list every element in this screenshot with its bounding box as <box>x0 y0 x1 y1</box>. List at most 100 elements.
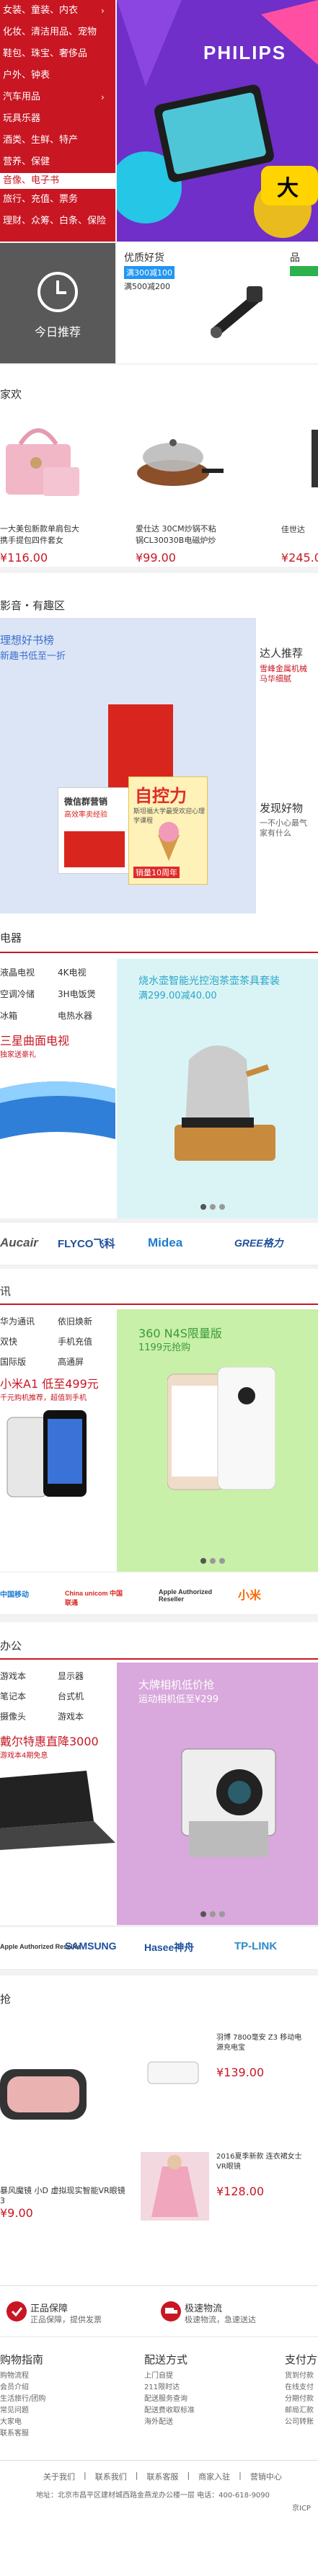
floor-appliances: 电器 液晶电视 4K电视 空调冷储 3H电饭煲 冰箱 电热水器 三星曲面电视 独… <box>0 916 318 1218</box>
tag-link[interactable]: 显示器 <box>58 1670 84 1682</box>
vr-headset-image <box>0 2069 87 2120</box>
footer-link[interactable]: 购物流程 <box>0 2371 45 2382</box>
brand-logo[interactable]: GREE格力 <box>234 1236 283 1250</box>
tag-link[interactable]: 笔记本 <box>0 1690 26 1702</box>
hero-tag: 大 <box>277 176 299 201</box>
tag-link[interactable]: 液晶电视 <box>0 966 35 978</box>
tag-link[interactable]: 4K电视 <box>58 966 87 978</box>
brand-logo[interactable]: 中国移动 <box>0 1588 29 1599</box>
product-image-partial[interactable] <box>312 430 318 487</box>
books-banner[interactable]: 理想好书榜 新趣书低至一折 微信群营销 高效率卖经验 自控力 斯坦福大学最受欢迎… <box>0 618 256 913</box>
footer-link[interactable]: 联系客服 <box>0 2428 45 2440</box>
brand-logo[interactable]: SAMSUNG <box>65 1940 117 1952</box>
footer-link[interactable]: 货到付款 <box>285 2371 318 2382</box>
footer-link[interactable]: 上门自提 <box>144 2371 195 2382</box>
tag-link[interactable]: 台式机 <box>58 1690 84 1702</box>
tag-link[interactable]: 3H电饭煲 <box>58 988 96 1000</box>
deal-badge <box>290 266 318 276</box>
side-title[interactable]: 达人推荐 <box>260 645 303 660</box>
footer-link[interactable]: 配送服务查询 <box>144 2394 195 2405</box>
brand-logo[interactable]: Aucair <box>0 1236 38 1250</box>
side-title[interactable]: 发现好物 <box>260 800 303 815</box>
book-cover-selfcontrol[interactable]: 自控力 斯坦福大学最受欢迎心理学课程 销量10周年 <box>128 776 208 885</box>
footer-link[interactable]: 生活旅行/团购 <box>0 2394 45 2405</box>
deal-box[interactable]: 优质好货 满300减100 满500减200 品 <box>117 243 318 363</box>
brand-logo[interactable]: Hasee神舟 <box>144 1940 194 1955</box>
today-recommend[interactable]: 今日推荐 <box>0 243 115 363</box>
product-image-pan[interactable] <box>130 417 224 503</box>
footer-link[interactable]: 营销中心 <box>250 2471 282 2482</box>
category-item[interactable]: 女装、童装、内衣 <box>0 0 115 22</box>
promo-sub: 独家送豪礼 <box>0 1051 36 1059</box>
footer-link[interactable]: 公司转账 <box>285 2417 318 2428</box>
book-cover-wechat[interactable]: 微信群营销 高效率卖经验 <box>58 787 130 874</box>
category-item-active[interactable]: 音像、电子书 <box>0 173 115 189</box>
brand-logo[interactable]: TP-LINK <box>234 1940 277 1952</box>
promo-title[interactable]: 戴尔特惠直降3000 <box>0 1732 99 1749</box>
brand-logo[interactable]: Apple Authorized Reseller <box>159 1588 224 1603</box>
footer-link[interactable]: 商家入驻 <box>198 2471 230 2482</box>
carousel-dots[interactable] <box>200 1911 225 1917</box>
promo-title[interactable]: 三星曲面电视 <box>0 1031 69 1048</box>
tag-link[interactable]: 冰箱 <box>0 1009 17 1022</box>
footer-link[interactable]: 邮局汇款 <box>285 2405 318 2417</box>
product-price: ¥245.0 <box>281 551 318 565</box>
tag-link[interactable]: 依旧焕新 <box>58 1315 92 1327</box>
brand-logo[interactable]: FLYCO飞科 <box>58 1236 115 1251</box>
product-price: ¥9.00 <box>0 2206 33 2220</box>
books-banner-title: 理想好书榜 <box>0 634 55 647</box>
tag-link[interactable]: 空调冷储 <box>0 988 35 1000</box>
footer-link[interactable]: 211限时达 <box>144 2382 195 2394</box>
footer-link[interactable]: 关于我们 <box>43 2471 75 2482</box>
footer-link[interactable]: 联系客服 <box>146 2471 178 2482</box>
category-item[interactable]: 玩具乐器 <box>0 108 115 130</box>
guarantee-title: 正品保障 <box>30 2303 69 2314</box>
category-item[interactable]: 营养、保健 <box>0 151 115 173</box>
footer-link[interactable]: 配送费收取标准 <box>144 2405 195 2417</box>
brand-logo[interactable]: Midea <box>148 1236 182 1250</box>
tag-link[interactable]: 高通屏 <box>58 1355 84 1368</box>
footer-col: 上门自提 211限时达 配送服务查询 配送费收取标准 海外配送 <box>144 2371 195 2428</box>
product-name[interactable]: 爱仕达 30CM炒锅不粘 锅CL30030B电磁炉炒 <box>136 523 229 546</box>
laptop-image <box>0 1771 115 1850</box>
kettle-ad[interactable]: 烧水壶智能光控泡茶壶茶具套装 满299.00减40.00 <box>117 959 318 1218</box>
category-item[interactable]: 理财、众筹、白条、保险 <box>0 211 115 232</box>
product-name[interactable]: 暴风魔镜 小D 虚拟现实智能VR眼镜3 <box>0 2185 130 2205</box>
tag-link[interactable]: 双快 <box>0 1335 17 1347</box>
footer-link[interactable]: 大家电 <box>0 2417 45 2428</box>
hero-banner[interactable]: PHILIPS 大 <box>117 0 318 242</box>
tag-link[interactable]: 游戏本 <box>0 1670 26 1682</box>
tag-link[interactable]: 手机充值 <box>58 1335 92 1347</box>
tag-link[interactable]: 国际版 <box>0 1355 26 1368</box>
tag-link[interactable]: 华为通讯 <box>0 1315 35 1327</box>
product-name[interactable]: 2016夏季新款 连衣裙女士VR眼镜 <box>216 2152 303 2172</box>
carousel-dots[interactable] <box>200 1558 225 1564</box>
footer-link[interactable]: 常见问题 <box>0 2405 45 2417</box>
brand-logo[interactable]: China unicom 中国联通 <box>65 1588 123 1607</box>
footer-link[interactable]: 分期付款 <box>285 2394 318 2405</box>
phone-ad[interactable]: 360 N4S限量版 1199元抢购 <box>117 1309 318 1572</box>
footer-link[interactable]: 会员介绍 <box>0 2382 45 2394</box>
product-name[interactable]: 羽博 7800毫安 Z3 移动电源充电宝 <box>216 2033 303 2053</box>
product-image-bag[interactable] <box>0 417 87 503</box>
product-name[interactable]: 一大美包新款单肩包大 携手提包四件套女 <box>0 523 101 546</box>
tag-link[interactable]: 摄像头 <box>0 1710 26 1722</box>
footer-link[interactable]: 在线支付 <box>285 2382 318 2394</box>
camera-ad[interactable]: 大牌相机低价抢 运动相机低至¥299 <box>117 1663 318 1925</box>
category-item[interactable]: 汽车用品 <box>0 87 115 108</box>
category-item[interactable]: 旅行、充值、票务 <box>0 189 115 211</box>
floor-title: 家欢 <box>0 388 22 401</box>
tag-link[interactable]: 电热水器 <box>58 1009 92 1022</box>
category-item[interactable]: 化妆、清洁用品、宠物 <box>0 22 115 43</box>
footer-link[interactable]: 联系我们 <box>95 2471 127 2482</box>
footer-col: 购物流程 会员介绍 生活旅行/团购 常见问题 大家电 联系客服 <box>0 2371 45 2440</box>
category-item[interactable]: 户外、钟表 <box>0 65 115 87</box>
footer-link[interactable]: 海外配送 <box>144 2417 195 2428</box>
carousel-dots[interactable] <box>200 1204 225 1210</box>
category-item[interactable]: 鞋包、珠宝、奢侈品 <box>0 43 115 65</box>
product-name[interactable]: 佳世达 <box>281 523 305 535</box>
tag-link[interactable]: 游戏本 <box>58 1710 84 1722</box>
category-item[interactable]: 酒类、生鲜、特产 <box>0 130 115 151</box>
brand-logo[interactable]: 小米 <box>238 1585 261 1603</box>
promo-title[interactable]: 小米A1 低至499元 <box>0 1374 99 1391</box>
